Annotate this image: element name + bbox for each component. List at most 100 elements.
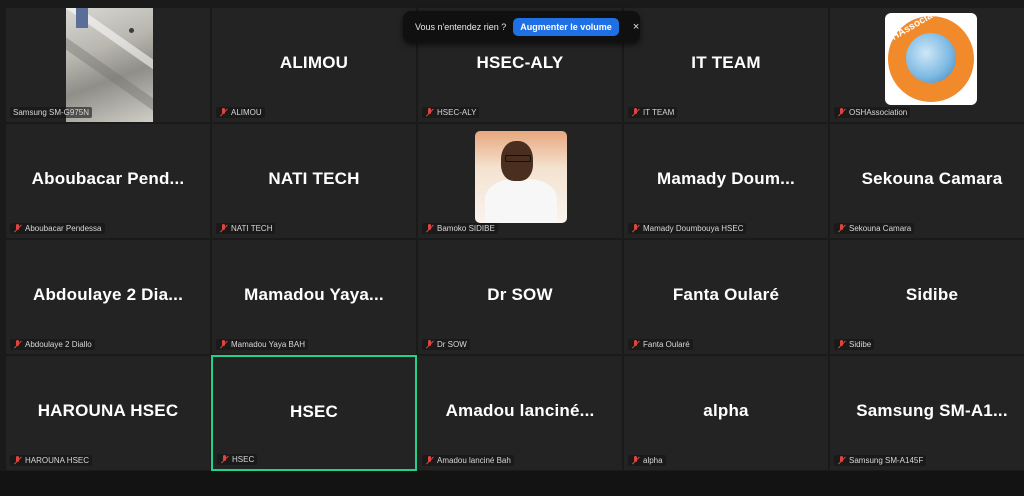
participant-name-label: Abdoulaye 2 Diallo: [25, 340, 92, 349]
participant-name-label: Sidibe: [849, 340, 872, 349]
participant-tile[interactable]: Dr SOW Dr SOW: [417, 239, 623, 355]
mic-off-icon: [13, 340, 22, 349]
participant-label: Fanta Oularé: [628, 339, 693, 350]
mic-off-icon: [631, 108, 640, 117]
participant-display-name: Amadou lanciné...: [445, 401, 595, 420]
participant-tile[interactable]: Abdoulaye 2 Dia... Abdoulaye 2 Diallo: [5, 239, 211, 355]
close-icon[interactable]: ×: [633, 21, 639, 33]
participant-name-label: HSEC: [232, 455, 255, 464]
participant-name-label: alpha: [643, 456, 663, 465]
participant-label: Mamady Doumbouya HSEC: [628, 223, 747, 234]
participant-display-name: Mamadou Yaya...: [244, 285, 384, 304]
participant-tile[interactable]: NATI TECH NATI TECH: [211, 123, 417, 239]
participant-label: Aboubacar Pendessa: [10, 223, 105, 234]
mic-off-icon: [13, 456, 22, 465]
bottom-bar: [0, 471, 1024, 496]
participant-name-label: NATI TECH: [231, 224, 273, 233]
participant-tile[interactable]: Aboubacar Pend... Aboubacar Pendessa: [5, 123, 211, 239]
participant-label: Sekouna Camara: [834, 223, 915, 234]
participant-label: Bamoko SIDIBE: [422, 223, 498, 234]
mic-off-icon: [219, 108, 228, 117]
participant-display-name: HAROUNA HSEC: [37, 401, 179, 420]
participant-tile[interactable]: IT TEAM IT TEAM: [623, 7, 829, 123]
mic-off-icon: [631, 224, 640, 233]
meeting-gallery-view: Samsung SM-G975N ALIMOU ALIMOU HSEC-ALY …: [0, 0, 1024, 496]
participant-name-label: OSHAssociation: [849, 108, 908, 117]
mic-off-icon: [219, 224, 228, 233]
participant-tile[interactable]: Bamoko SIDIBE: [417, 123, 623, 239]
mic-off-icon: [13, 224, 22, 233]
participant-display-name: Fanta Oularé: [672, 285, 780, 304]
participant-name-label: Samsung SM-G975N: [13, 108, 90, 117]
mic-off-icon: [425, 340, 434, 349]
mic-off-icon: [631, 456, 640, 465]
participant-name-label: Sekouna Camara: [849, 224, 912, 233]
mic-off-icon: [837, 224, 846, 233]
participant-display-name: alpha: [703, 401, 749, 420]
participant-tile[interactable]: OSHAssociation OSHAssociation: [829, 7, 1024, 123]
participant-label: Amadou lanciné Bah: [422, 455, 514, 466]
participant-grid: Samsung SM-G975N ALIMOU ALIMOU HSEC-ALY …: [5, 7, 1024, 471]
banner-message: Vous n'entendez rien ?: [415, 22, 507, 32]
participant-label: Sidibe: [834, 339, 875, 350]
participant-name-label: Samsung SM-A145F: [849, 456, 924, 465]
osha-logo: OSHAssociation: [885, 13, 977, 105]
mic-off-icon: [837, 456, 846, 465]
participant-display-name: Sidibe: [905, 285, 959, 304]
participant-tile[interactable]: ALIMOU ALIMOU: [211, 7, 417, 123]
participant-label: HSEC-ALY: [422, 107, 480, 118]
mic-off-icon: [631, 340, 640, 349]
participant-video: [66, 8, 153, 122]
participant-tile[interactable]: Mamadou Yaya... Mamadou Yaya BAH: [211, 239, 417, 355]
participant-name-label: HAROUNA HSEC: [25, 456, 90, 465]
participant-label: alpha: [628, 455, 666, 466]
increase-volume-button[interactable]: Augmenter le volume: [513, 18, 619, 36]
participant-label: OSHAssociation: [834, 107, 911, 118]
participant-tile[interactable]: Amadou lanciné... Amadou lanciné Bah: [417, 355, 623, 471]
participant-label: Abdoulaye 2 Diallo: [10, 339, 95, 350]
participant-display-name: Dr SOW: [487, 285, 553, 304]
participant-label: HAROUNA HSEC: [10, 455, 93, 466]
participant-display-name: IT TEAM: [691, 53, 761, 72]
mic-off-icon: [425, 224, 434, 233]
participant-tile[interactable]: Fanta Oularé Fanta Oularé: [623, 239, 829, 355]
participant-name-label: ALIMOU: [231, 108, 262, 117]
participant-label: IT TEAM: [628, 107, 678, 118]
mic-off-icon: [425, 108, 434, 117]
participant-name-label: Fanta Oularé: [643, 340, 690, 349]
active-speaker-tile[interactable]: HSEC HSEC: [211, 355, 417, 471]
participant-tile[interactable]: alpha alpha: [623, 355, 829, 471]
participant-label: ALIMOU: [216, 107, 265, 118]
mic-off-icon: [837, 108, 846, 117]
participant-display-name: Aboubacar Pend...: [31, 169, 185, 188]
participant-tile[interactable]: Sekouna Camara Sekouna Camara: [829, 123, 1024, 239]
participant-display-name: Samsung SM-A1...: [856, 401, 1008, 420]
participant-label: HSEC: [217, 454, 258, 465]
participant-name-label: HSEC-ALY: [437, 108, 477, 117]
participant-display-name: Sekouna Camara: [861, 169, 1003, 188]
participant-display-name: HSEC-ALY: [476, 53, 564, 72]
participant-label: Mamadou Yaya BAH: [216, 339, 308, 350]
participant-tile[interactable]: Samsung SM-G975N: [5, 7, 211, 123]
participant-name-label: Dr SOW: [437, 340, 467, 349]
participant-name-label: IT TEAM: [643, 108, 675, 117]
participant-label: NATI TECH: [216, 223, 276, 234]
participant-name-label: Mamady Doumbouya HSEC: [643, 224, 744, 233]
participant-name-label: Aboubacar Pendessa: [25, 224, 102, 233]
audio-notification-banner: Vous n'entendez rien ? Augmenter le volu…: [403, 11, 640, 43]
participant-avatar-photo: [475, 131, 567, 223]
participant-name-label: Amadou lanciné Bah: [437, 456, 511, 465]
participant-name-label: Bamoko SIDIBE: [437, 224, 495, 233]
participant-tile[interactable]: HAROUNA HSEC HAROUNA HSEC: [5, 355, 211, 471]
participant-tile[interactable]: Samsung SM-A1... Samsung SM-A145F: [829, 355, 1024, 471]
participant-label: Dr SOW: [422, 339, 470, 350]
participant-display-name: Mamady Doum...: [657, 169, 795, 188]
participant-tile[interactable]: Sidibe Sidibe: [829, 239, 1024, 355]
participant-name-label: Mamadou Yaya BAH: [231, 340, 305, 349]
mic-off-icon: [837, 340, 846, 349]
participant-display-name: NATI TECH: [268, 169, 360, 188]
mic-off-icon: [219, 340, 228, 349]
participant-tile[interactable]: Mamady Doum... Mamady Doumbouya HSEC: [623, 123, 829, 239]
participant-display-name: HSEC: [289, 402, 339, 421]
mic-off-icon: [220, 455, 229, 464]
